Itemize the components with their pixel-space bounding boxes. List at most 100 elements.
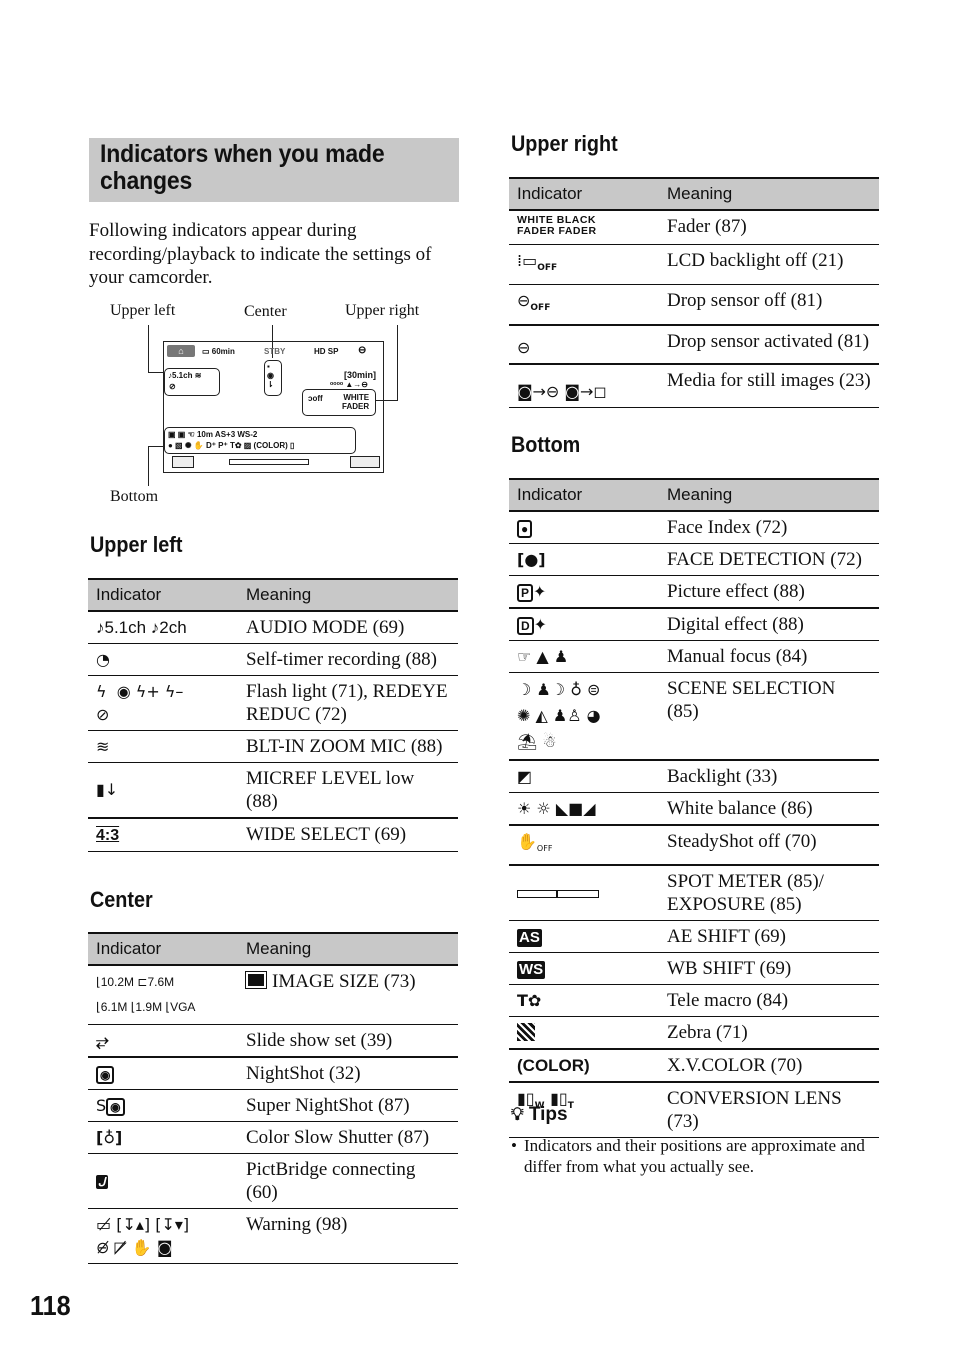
center-icons: ▪ ◉ ⇂ — [267, 362, 274, 389]
bottom-row-2: ● ▧ ✺ ✋ D⁺ P⁺ T✿ ▨ (COLOR) ▯ — [168, 441, 295, 450]
bottom-table: Indicator Meaning ● Face Index (72) [●] FAC… — [509, 478, 879, 1139]
lightbulb-icon: 💡︎ — [511, 1104, 524, 1124]
table-row: ϟ ◉ ϟ+ ϟ– ⊘ Flash light (71), REDEYE REDUC… — [88, 675, 458, 731]
page-number: 118 — [30, 1290, 71, 1321]
leader-line — [148, 446, 164, 448]
flash-icons: ϟ ◉ ϟ+ ϟ– ⊘ — [88, 675, 238, 731]
zoom-mic-icon: ≋ — [88, 730, 238, 763]
warning-icons: ▭̸ [↧▴] [↧▾] ⊖̸ ◸̸ ✋ ◙ — [88, 1208, 238, 1264]
leader-line — [148, 446, 150, 486]
table-row: P ✦ Picture effect (88) — [509, 575, 879, 609]
intro-paragraph: Following indicators appear during recor… — [89, 220, 432, 288]
table-row: ⊖OFF Drop sensor off (81) — [509, 284, 879, 327]
backlight-icon: ◩ — [509, 760, 659, 793]
super-nightshot-icon: S ◉ — [88, 1089, 238, 1122]
battery-readout: ▭ 60min — [202, 347, 235, 356]
playback-button-icon — [172, 456, 194, 468]
color-slow-shutter-icon: [♁] — [88, 1121, 238, 1154]
table-row: ☀ ☼ ◣■◢ White balance (86) — [509, 792, 879, 826]
digital-effect-icon: D ✦ — [509, 608, 659, 641]
col-meaning: Meaning — [659, 177, 879, 211]
self-timer-icon: ◔ — [88, 643, 238, 676]
audio-mode-readout: ♪5.1ch ≋ — [168, 371, 202, 380]
table-row: D ✦ Digital effect (88) — [509, 608, 879, 641]
pictbridge-icon: ᒍ — [88, 1153, 238, 1209]
disc-icon: ⊖ — [358, 345, 367, 356]
tips-heading: 💡︎ Tips — [511, 1104, 568, 1125]
fader-readout: WHITE FADER — [342, 393, 370, 411]
table-row: WHITE BLACK FADER FADER Fader (87) — [509, 210, 879, 245]
zebra-icon — [509, 1016, 659, 1051]
ae-shift-icon: AS — [509, 920, 659, 954]
table-row: ◔ Self-timer recording (88) — [88, 643, 458, 676]
table-row: ✋OFF SteadyShot off (70) — [509, 825, 879, 867]
col-indicator: Indicator — [88, 932, 238, 966]
lcd-backlight-off-icon: ⁞▭OFF — [509, 244, 659, 286]
exposure-bar — [229, 459, 309, 465]
mic-level-low-icon: ▮↓ — [88, 762, 238, 819]
face-detection-icon: [●] — [509, 543, 659, 576]
table-row: S ◉ Super NightShot (87) — [88, 1089, 458, 1122]
option-button-icon — [350, 456, 380, 468]
leader-line — [148, 372, 164, 374]
table-row: [♁] Color Slow Shutter (87) — [88, 1121, 458, 1154]
bullet: • — [511, 1136, 517, 1155]
table-row: ● Face Index (72) — [509, 511, 879, 544]
table-row: ᒍ PictBridge connecting (60) — [88, 1153, 458, 1209]
diagram-label-center: Center — [244, 303, 287, 320]
diagram-label-upper-right: Upper right — [345, 302, 420, 319]
table-row: [●] FACE DETECTION (72) — [509, 543, 879, 576]
col-meaning: Meaning — [659, 478, 879, 512]
tele-macro-icon: T✿ — [509, 984, 659, 1018]
drop-sensor-activated-icon: ⊖ — [509, 325, 659, 366]
table-row: ◙→⊖ ◙→◻ Media for still images (23) — [509, 364, 879, 409]
table-row: ≋ BLT-IN ZOOM MIC (88) — [88, 730, 458, 763]
table-row: (COLOR) X.V.COLOR (70) — [509, 1049, 879, 1084]
manual-focus-icons: ☞ ▲ ♟ — [509, 640, 659, 673]
steadyshot-off-icon: ✋OFF — [509, 825, 659, 867]
col-indicator: Indicator — [88, 578, 238, 612]
table-row: SPOT METER (85)/ EXPOSURE (85) — [509, 865, 879, 922]
table-row: ◩ Backlight (33) — [509, 760, 879, 793]
col-indicator: Indicator — [509, 177, 659, 211]
exposure-bar-icon — [509, 865, 659, 922]
home-icon: ⌂ — [167, 345, 195, 357]
quality-indicator: HD SP — [314, 347, 339, 356]
col-indicator: Indicator — [509, 478, 659, 512]
lcd-screen-diagram: ⌂ ▭ 60min STBY HD SP ⊖ ♪5.1ch ≋ ⊘ ▪ ◉ ⇂ [3… — [163, 341, 384, 473]
xv-color-icon: (COLOR) — [509, 1049, 659, 1084]
image-size-square-icon — [245, 971, 267, 989]
diagram-label-upper-left: Upper left — [110, 302, 176, 319]
white-balance-icons: ☀ ☼ ◣■◢ — [509, 792, 659, 826]
tip-item: Indicators and their positions are appro… — [524, 1136, 865, 1176]
leader-line — [397, 325, 399, 400]
bottom-row-1: ▣ ▣ ☜ 10m AS+3 WS-2 — [168, 430, 258, 439]
section-title-bottom: Bottom — [511, 432, 581, 457]
section-title-upper-left: Upper left — [90, 532, 183, 557]
table-row: ☞ ▲ ♟ Manual focus (84) — [509, 640, 879, 673]
table-row: AS AE SHIFT (69) — [509, 920, 879, 954]
table-row: ⁞▭OFF LCD backlight off (21) — [509, 244, 879, 286]
drop-sensor-off-icon: ⊖OFF — [509, 284, 659, 327]
table-row: WS WB SHIFT (69) — [509, 952, 879, 986]
table-row: ⥂ Slide show set (39) — [88, 1024, 458, 1058]
fader-icons: WHITE BLACK FADER FADER — [509, 210, 659, 245]
page-title: Indicators when you made changes — [100, 140, 385, 195]
section-title-center: Center — [90, 887, 153, 912]
nightshot-icon: ◉ — [88, 1057, 238, 1090]
leader-line — [148, 325, 150, 373]
table-row: Zebra (71) — [509, 1016, 879, 1051]
center-table: Indicator Meaning ⌊10.2M ⊏7.6M ⌊6.1M ⌊1.9M… — [88, 932, 458, 1264]
wb-shift-icon: WS — [509, 952, 659, 986]
table-row: ⊖ Drop sensor activated (81) — [509, 325, 879, 366]
wide-select-icon: 4:3 — [88, 818, 238, 852]
table-row: ▮↓ MICREF LEVEL low (88) — [88, 762, 458, 819]
table-row: ◉ NightShot (32) — [88, 1057, 458, 1090]
table-row: ▭̸ [↧▴] [↧▾] ⊖̸ ◸̸ ✋ ◙ Warning (98) — [88, 1208, 458, 1264]
upper-right-table: Indicator Meaning WHITE BLACK FADER FADER F… — [509, 177, 879, 409]
table-row: 4:3 WIDE SELECT (69) — [88, 818, 458, 852]
section-header: Indicators when you made changes — [89, 138, 459, 202]
audio-mode-icon: ♪5.1ch ♪2ch — [88, 611, 238, 644]
drop-sensor-off-icon: ↄoff — [308, 394, 323, 403]
picture-effect-icon: P ✦ — [509, 575, 659, 609]
